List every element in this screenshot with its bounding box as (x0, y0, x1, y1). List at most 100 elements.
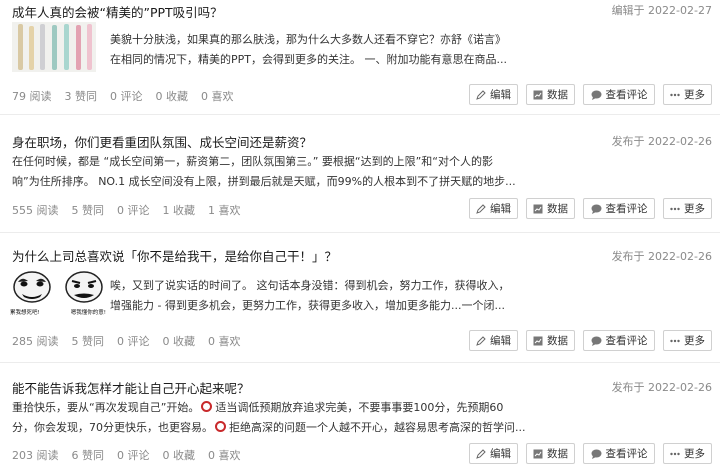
more-label: 更多 (684, 335, 705, 347)
post-title[interactable]: 身在职场，你们更看重团队氛围、成长空间还是薪资？ (12, 132, 312, 151)
post-title[interactable]: 能不能告诉我怎样才能让自己开心起来呢？ (12, 378, 250, 397)
comment-count: 0 评论 (117, 449, 150, 462)
read-count: 285 阅读 (12, 335, 59, 348)
post-title[interactable]: 成年人真的会被“精美的”PPT吸引吗？ (12, 2, 223, 21)
post-date: 发布于 2022-02-26 (611, 250, 712, 263)
view-comments-button[interactable]: 查看评论 (583, 84, 655, 105)
upvote-count: 6 赞同 (71, 449, 105, 462)
post-date: 发布于 2022-02-26 (611, 381, 712, 394)
more-button[interactable]: 更多 (663, 443, 712, 464)
edit-label: 编辑 (490, 335, 511, 347)
view-comments-button[interactable]: 查看评论 (583, 443, 655, 464)
pencil-icon (476, 335, 486, 346)
post-stats: 203 阅读 6 赞同 0 评论 0 收藏 0 喜欢 (12, 447, 254, 463)
post-date: 编辑于 2022-02-27 (611, 4, 712, 17)
pencil-icon (476, 448, 486, 459)
upvote-count: 5 赞同 (71, 335, 105, 348)
red-circle-icon (215, 421, 226, 432)
post-excerpt-line: 重拾快乐，要从“再次发现自己”开始。 适当调低预期放弃追求完美，不要事事要100分… (12, 401, 504, 414)
read-count: 79 阅读 (12, 90, 52, 103)
toothbrush-image (12, 22, 96, 72)
upvote-count: 3 赞同 (64, 90, 98, 103)
chart-icon (533, 336, 543, 346)
post-title[interactable]: 为什么上司总喜欢说「你不是给我干，是给你自己干！」？ (12, 246, 337, 265)
chat-bubble-icon (591, 336, 602, 346)
more-label: 更多 (684, 203, 705, 215)
chat-bubble-icon (591, 204, 602, 214)
chart-icon (533, 204, 543, 214)
post-stats: 555 阅读 5 赞同 0 评论 1 收藏 1 喜欢 (12, 202, 254, 218)
post-thumbnail-meme[interactable]: 累我想死吧! 嗯我懂你的意! (10, 270, 106, 320)
more-label: 更多 (684, 89, 705, 101)
ellipsis-icon (670, 452, 680, 456)
read-count: 203 阅读 (12, 449, 59, 462)
comment-count: 0 评论 (117, 204, 150, 217)
favorite-count: 0 收藏 (155, 90, 189, 103)
edit-button[interactable]: 编辑 (469, 84, 518, 105)
meme-faces-image (13, 271, 103, 303)
more-label: 更多 (684, 448, 705, 460)
post-excerpt-line: 唉，又到了说实话的时间了。 这句话本身没错：得到机会，努力工作，获得收入， (110, 279, 510, 292)
upvote-count: 5 赞同 (71, 204, 105, 217)
data-label: 数据 (547, 203, 568, 215)
like-count: 1 喜欢 (208, 204, 241, 217)
post-excerpt-line: 在任何时候，都是 “成长空间第一，薪资第二，团队氛围第三。” 要根据“达到的上限… (12, 155, 493, 168)
edit-button[interactable]: 编辑 (469, 198, 518, 219)
post-date: 发布于 2022-02-26 (611, 135, 712, 148)
view-comments-label: 查看评论 (605, 89, 648, 101)
view-comments-label: 查看评论 (605, 335, 648, 347)
comment-count: 0 评论 (110, 90, 143, 103)
red-circle-icon (201, 401, 213, 412)
edit-button[interactable]: 编辑 (469, 330, 518, 351)
view-comments-button[interactable]: 查看评论 (583, 330, 655, 351)
post-excerpt-line: 美貌十分肤浅，如果真的那么肤浅，那为什么大多数人还看不穿它？亦舒《诺言》 (110, 33, 506, 46)
more-button[interactable]: 更多 (663, 84, 712, 105)
favorite-count: 0 收藏 (162, 449, 196, 462)
view-comments-label: 查看评论 (605, 448, 648, 460)
divider (0, 362, 720, 363)
post-excerpt-line: 分，你会发现，70分更快乐，也更容易。 拒绝高深的问题一个人越不开心，越容易思考高… (12, 421, 526, 434)
edit-button[interactable]: 编辑 (469, 443, 518, 464)
divider (0, 114, 720, 115)
data-label: 数据 (547, 448, 568, 460)
pencil-icon (476, 89, 486, 100)
data-button[interactable]: 数据 (526, 443, 575, 464)
ellipsis-icon (670, 207, 680, 211)
view-comments-label: 查看评论 (605, 203, 648, 215)
post-thumbnail-toothbrushes[interactable] (12, 22, 96, 72)
post-excerpt-line: 增强能力 - 得到更多机会，更努力工作，获得更多收入，增加更多能力...一个闭.… (110, 299, 505, 312)
divider (0, 232, 720, 233)
pencil-icon (476, 203, 486, 214)
like-count: 0 喜欢 (208, 449, 241, 462)
post-actions: 编辑 数据 查看评论 更多 (469, 84, 712, 105)
chat-bubble-icon (591, 449, 602, 459)
read-count: 555 阅读 (12, 204, 59, 217)
ellipsis-icon (670, 93, 680, 97)
like-count: 0 喜欢 (201, 90, 234, 103)
post-actions: 编辑 数据 查看评论 更多 (469, 330, 712, 351)
post-excerpt-line: 响”为住所排序。 NO.1 成长空间没有上限，拼到最后就是天赋，而99%的人根本… (12, 175, 516, 188)
more-button[interactable]: 更多 (663, 198, 712, 219)
data-label: 数据 (547, 89, 568, 101)
favorite-count: 0 收藏 (162, 335, 196, 348)
like-count: 0 喜欢 (208, 335, 241, 348)
meme-caption: 嗯我懂你的意! (70, 310, 106, 316)
data-button[interactable]: 数据 (526, 84, 575, 105)
edit-label: 编辑 (490, 203, 511, 215)
chart-icon (533, 90, 543, 100)
data-button[interactable]: 数据 (526, 330, 575, 351)
data-button[interactable]: 数据 (526, 198, 575, 219)
chat-bubble-icon (591, 90, 602, 100)
post-excerpt-line: 在相同的情况下，精美的PPT，会得到更多的关注。 一、附加功能有意思在商品... (110, 53, 507, 66)
post-actions: 编辑 数据 查看评论 更多 (469, 198, 712, 219)
comment-count: 0 评论 (117, 335, 150, 348)
view-comments-button[interactable]: 查看评论 (583, 198, 655, 219)
more-button[interactable]: 更多 (663, 330, 712, 351)
post-stats: 285 阅读 5 赞同 0 评论 0 收藏 0 喜欢 (12, 333, 254, 349)
ellipsis-icon (670, 339, 680, 343)
post-stats: 79 阅读 3 赞同 0 评论 0 收藏 0 喜欢 (12, 88, 247, 104)
edit-label: 编辑 (490, 448, 511, 460)
post-actions: 编辑 数据 查看评论 更多 (469, 443, 712, 464)
meme-caption: 累我想死吧! (10, 310, 40, 316)
chart-icon (533, 449, 543, 459)
